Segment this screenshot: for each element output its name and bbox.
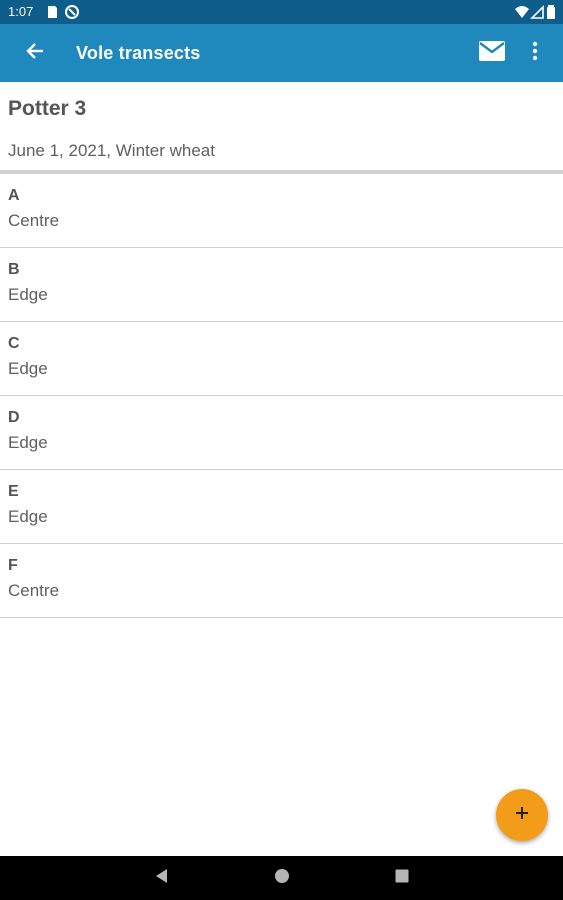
transect-name: D (8, 409, 20, 426)
overflow-menu-button[interactable] (520, 36, 550, 70)
triangle-back-icon (153, 867, 169, 890)
page-subtitle: June 1, 2021, Winter wheat (8, 141, 215, 160)
transect-item[interactable]: C Edge (0, 322, 563, 396)
status-time: 1:07 (8, 4, 34, 19)
signal-icon (530, 4, 546, 20)
transect-name: F (8, 557, 18, 574)
nav-back-button[interactable] (151, 868, 171, 888)
sync-icon (64, 4, 80, 20)
more-vert-icon (532, 41, 538, 66)
transect-location: Edge (8, 359, 48, 378)
transect-item[interactable]: A Centre (0, 174, 563, 248)
transect-name: C (8, 335, 20, 352)
sd-card-icon (44, 4, 60, 20)
nav-recents-button[interactable] (392, 868, 412, 888)
transect-location: Edge (8, 285, 48, 304)
transect-item[interactable]: E Edge (0, 470, 563, 544)
page-title: Potter 3 (8, 97, 87, 120)
transect-item[interactable]: B Edge (0, 248, 563, 322)
app-title: Vole transects (76, 43, 201, 63)
square-recents-icon (394, 868, 410, 889)
battery-icon (546, 4, 556, 20)
site-header: Potter 3 June 1, 2021, Winter wheat (0, 82, 563, 170)
transect-list: A Centre B Edge C Edge D Edge E Edge F C… (0, 174, 563, 618)
app-bar: Vole transects (0, 24, 563, 82)
back-button[interactable] (18, 36, 52, 70)
status-bar: 1:07 (0, 0, 563, 24)
transect-name: E (8, 483, 19, 500)
transect-item[interactable]: F Centre (0, 544, 563, 618)
circle-home-icon (274, 868, 290, 889)
nav-home-button[interactable] (272, 868, 292, 888)
transect-location: Edge (8, 507, 48, 526)
transect-location: Edge (8, 433, 48, 452)
transect-location: Centre (8, 581, 60, 600)
system-nav-bar (0, 856, 563, 900)
transect-location: Centre (8, 211, 60, 230)
mail-button[interactable] (476, 38, 508, 68)
transect-item[interactable]: D Edge (0, 396, 563, 470)
arrow-back-icon (25, 41, 45, 66)
plus-icon (514, 805, 530, 826)
wifi-icon (514, 4, 530, 20)
transect-name: A (8, 187, 20, 204)
mail-icon (478, 40, 506, 67)
add-transect-button[interactable] (496, 789, 548, 841)
transect-name: B (8, 261, 20, 278)
